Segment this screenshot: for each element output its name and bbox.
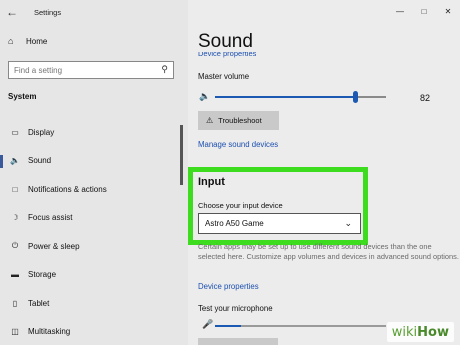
page-title: Sound	[198, 31, 253, 52]
device-properties-link-partial[interactable]: Device properties	[198, 52, 256, 58]
sidebar-item-label: Power & sleep	[28, 241, 80, 251]
chevron-down-icon: ⌄	[344, 218, 352, 228]
multitasking-icon: ◫	[11, 327, 19, 337]
storage-icon: ▬	[11, 270, 19, 280]
maximize-icon[interactable]: □	[412, 0, 436, 22]
master-volume-slider[interactable]	[215, 91, 386, 103]
selected-device: Astro A50 Game	[205, 219, 264, 228]
sidebar-item-power-sleep[interactable]: ⏻ Power & sleep	[0, 232, 188, 261]
sidebar-item-notifications[interactable]: □ Notifications & actions	[0, 175, 188, 204]
choose-input-label: Choose your input device	[198, 201, 283, 210]
back-arrow-icon[interactable]: ←	[0, 0, 24, 24]
watermark-part1: wiki	[391, 324, 418, 340]
mic-level-meter	[215, 325, 386, 327]
sidebar-item-label: Focus assist	[28, 213, 73, 223]
close-icon[interactable]: ✕	[436, 0, 460, 22]
sidebar-item-label: Sound	[28, 156, 52, 166]
sound-settings-page: — □ ✕ Sound Device properties Master vol…	[188, 0, 460, 345]
sidebar-item-display[interactable]: ▭ Display	[0, 118, 188, 147]
notification-icon: □	[12, 184, 18, 194]
settings-sidebar: ← Settings ⌂ Home ⚲ System ▭ Display 🔈 S…	[0, 0, 188, 345]
title-bar: ← Settings	[0, 0, 188, 24]
input-device-dropdown[interactable]: Astro A50 Game ⌄	[198, 213, 361, 234]
sidebar-item-label: Storage	[28, 270, 57, 280]
sidebar-item-sound[interactable]: 🔈 Sound	[0, 147, 188, 176]
sidebar-item-multitasking[interactable]: ◫ Multitasking	[0, 318, 188, 345]
search-icon[interactable]: ⚲	[161, 64, 168, 75]
section-heading: System	[8, 92, 37, 101]
sidebar-item-tablet[interactable]: ▯ Tablet	[0, 289, 188, 318]
sidebar-nav: ▭ Display 🔈 Sound □ Notifications & acti…	[0, 118, 188, 345]
home-label: Home	[26, 36, 48, 46]
app-title: Settings	[34, 7, 62, 17]
tablet-icon: ▯	[12, 298, 18, 308]
warning-icon: ⚠	[206, 116, 214, 125]
scrollbar[interactable]	[180, 125, 183, 185]
sidebar-item-label: Display	[28, 127, 55, 137]
watermark-part2: How	[417, 324, 449, 340]
sidebar-item-focus-assist[interactable]: ☽ Focus assist	[0, 204, 188, 233]
volume-value: 82	[420, 93, 431, 103]
window-controls: — □ ✕	[388, 0, 460, 22]
display-icon: ▭	[11, 127, 19, 137]
test-mic-label: Test your microphone	[198, 304, 273, 313]
microphone-icon: 🎤	[202, 319, 214, 329]
search-input[interactable]	[9, 65, 149, 75]
troubleshoot-button[interactable]: ⚠ Troubleshoot	[198, 111, 279, 130]
slider-thumb[interactable]	[352, 91, 358, 103]
sidebar-item-label: Multitasking	[28, 327, 71, 337]
sidebar-item-storage[interactable]: ▬ Storage	[0, 261, 188, 290]
wikihow-watermark: wiki How	[386, 322, 454, 342]
device-properties-link[interactable]: Device properties	[198, 282, 259, 291]
troubleshoot-label: Troubleshoot	[218, 116, 262, 125]
home-nav-item[interactable]: ⌂ Home	[8, 36, 47, 46]
moon-icon: ☽	[11, 213, 19, 223]
minimize-icon[interactable]: —	[388, 0, 412, 22]
home-icon: ⌂	[8, 36, 14, 46]
speaker-icon: 🔈	[10, 156, 20, 166]
search-box[interactable]: ⚲	[8, 61, 174, 79]
sidebar-item-label: Notifications & actions	[28, 184, 107, 194]
input-note: Certain apps may be set up to use differ…	[198, 242, 459, 261]
master-volume-label: Master volume	[198, 72, 250, 81]
slider-fill	[215, 96, 356, 98]
speaker-icon[interactable]: 🔈	[199, 91, 210, 102]
partial-button[interactable]	[198, 338, 278, 345]
input-heading: Input	[198, 176, 225, 188]
power-icon: ⏻	[11, 241, 19, 251]
mic-level-fill	[215, 325, 241, 327]
manage-sound-devices-link[interactable]: Manage sound devices	[198, 140, 278, 149]
sidebar-item-label: Tablet	[28, 298, 50, 308]
